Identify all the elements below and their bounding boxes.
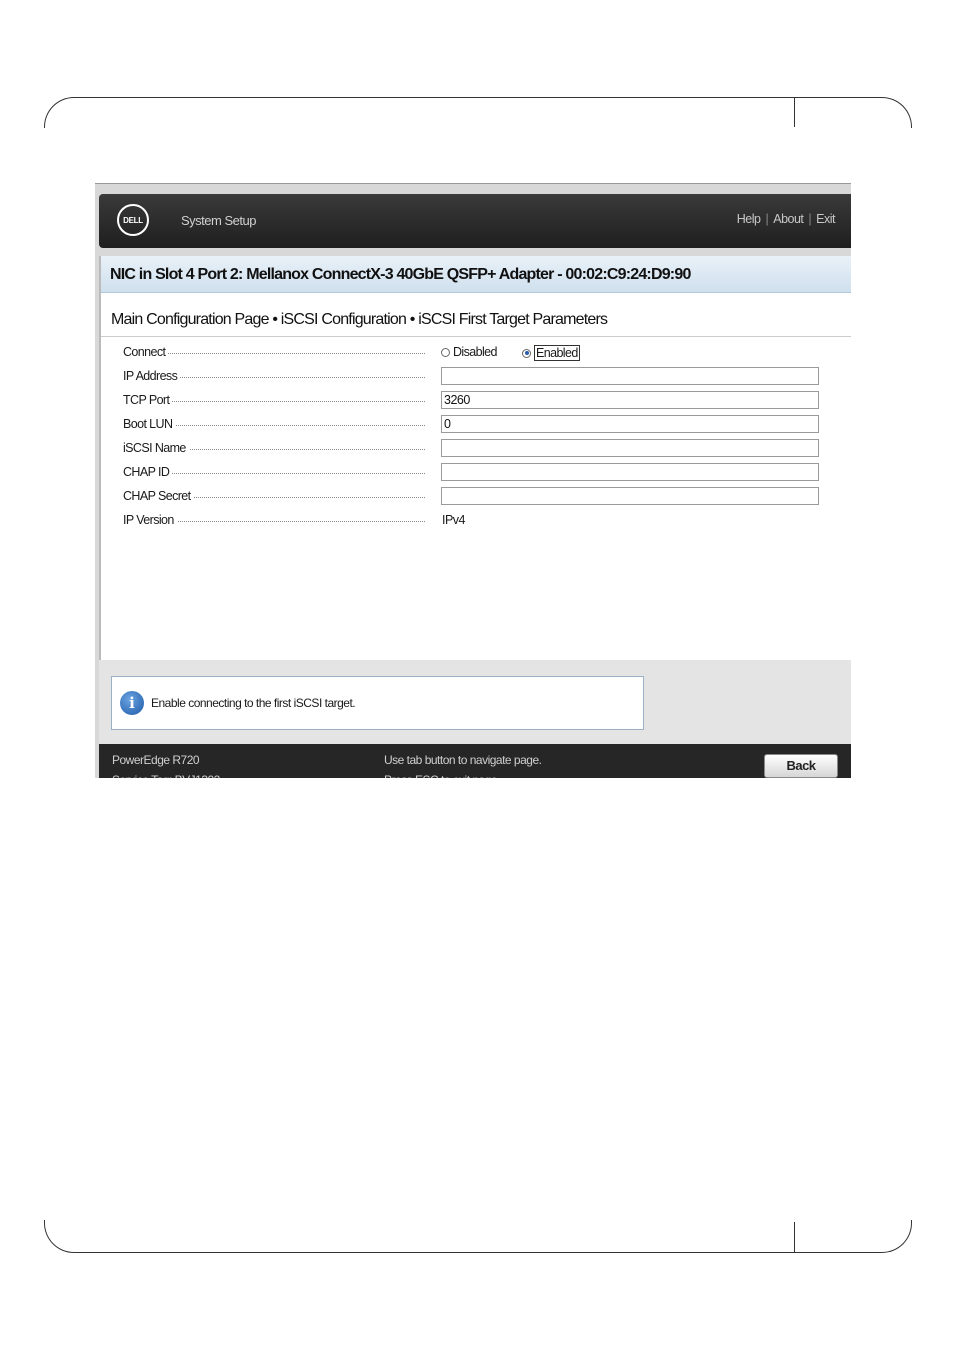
separator: | [808, 212, 812, 226]
ip-version-value: IPv4 [442, 513, 466, 527]
field-row-iscsi-name: iSCSI Name [123, 439, 823, 459]
field-row-boot-lun: Boot LUN [123, 415, 823, 435]
connect-label: Connect [123, 345, 169, 359]
field-row-chap-id: CHAP ID [123, 463, 823, 483]
tcp-port-input[interactable] [441, 391, 819, 409]
field-row-connect: Connect Disabled Enabled [123, 343, 823, 363]
footer-hints: Use tab button to navigate page. Press E… [384, 750, 542, 778]
breadcrumb: Main Configuration Page • iSCSI Configur… [111, 311, 608, 328]
service-tag: Service Tag: BVJ1302 [112, 770, 220, 778]
connect-disabled-radio[interactable]: Disabled [441, 345, 497, 359]
app-title: System Setup [181, 213, 256, 228]
radio-off-icon [441, 347, 450, 357]
divider [101, 336, 851, 337]
info-icon: i [120, 691, 144, 715]
connect-enabled-radio[interactable]: Enabled [522, 345, 580, 361]
radio-label: Disabled [453, 345, 497, 359]
field-row-ip-version: IP Version IPv4 [123, 511, 823, 531]
help-box: i Enable connecting to the first iSCSI t… [111, 676, 644, 730]
ip-address-input[interactable] [441, 367, 819, 385]
boot-lun-label: Boot LUN [123, 417, 176, 431]
footer-bar: PowerEdge R720 Service Tag: BVJ1302 Use … [99, 744, 851, 778]
ip-address-label: IP Address [123, 369, 181, 383]
exit-link[interactable]: Exit [816, 212, 835, 226]
radio-label: Enabled [534, 345, 580, 361]
dell-logo: DELL [117, 204, 149, 236]
top-bar: DELL System Setup Help | About | Exit [99, 194, 851, 248]
chap-secret-label: CHAP Secret [123, 489, 194, 503]
hint-esc: Press ESC to exit page. [384, 770, 541, 778]
radio-on-icon [522, 348, 531, 358]
frame-mask [44, 128, 912, 168]
device-header: NIC in Slot 4 Port 2: Mellanox ConnectX-… [101, 256, 851, 293]
hint-tab: Use tab button to navigate page. [384, 753, 542, 767]
system-model: PowerEdge R720 [112, 753, 200, 767]
help-link[interactable]: Help [737, 212, 761, 226]
separator: | [765, 212, 769, 226]
iscsi-name-label: iSCSI Name [123, 441, 189, 455]
tcp-port-label: TCP Port [123, 393, 173, 407]
help-area: i Enable connecting to the first iSCSI t… [99, 660, 851, 744]
iscsi-name-input[interactable] [441, 439, 819, 457]
field-row-ip-address: IP Address [123, 367, 823, 387]
ip-version-label: IP Version [123, 513, 177, 527]
back-button[interactable]: Back [764, 754, 838, 778]
page-frame-top-divider [794, 97, 795, 127]
top-links: Help | About | Exit [737, 212, 836, 226]
frame-mask [44, 1180, 912, 1220]
page-frame-bottom-divider [794, 1222, 795, 1252]
about-link[interactable]: About [773, 212, 804, 226]
main-panel: NIC in Slot 4 Port 2: Mellanox ConnectX-… [99, 256, 851, 660]
system-setup-screenshot: DELL System Setup Help | About | Exit NIC in… [95, 183, 851, 778]
chap-id-label: CHAP ID [123, 465, 173, 479]
device-title: NIC in Slot 4 Port 2: Mellanox ConnectX-… [110, 266, 691, 283]
field-row-chap-secret: CHAP Secret [123, 487, 823, 507]
footer-system-info: PowerEdge R720 Service Tag: BVJ1302 [112, 750, 220, 778]
boot-lun-input[interactable] [441, 415, 819, 433]
field-row-tcp-port: TCP Port [123, 391, 823, 411]
chap-id-input[interactable] [441, 463, 819, 481]
chap-secret-input[interactable] [441, 487, 819, 505]
help-text: Enable connecting to the first iSCSI tar… [151, 696, 356, 710]
